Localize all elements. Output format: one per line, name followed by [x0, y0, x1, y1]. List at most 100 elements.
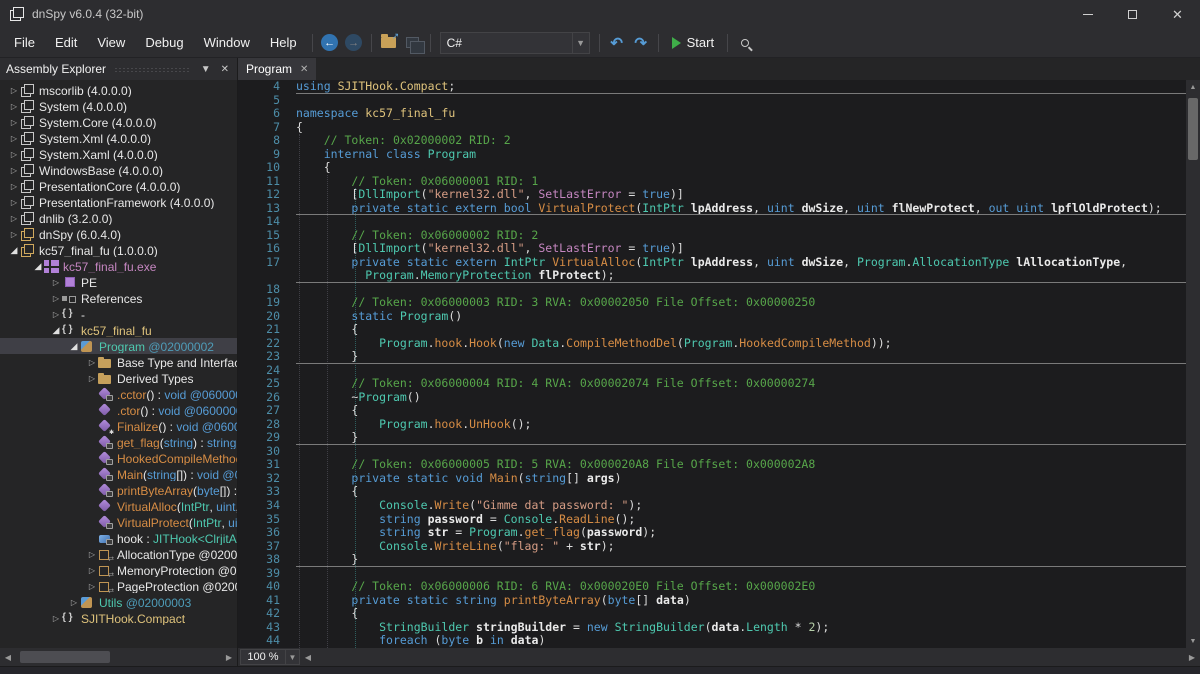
tree-item[interactable]: ▷WindowsBase (4.0.0.0)	[0, 162, 237, 178]
expander-icon[interactable]: ▷	[86, 358, 98, 367]
open-file-button[interactable]	[377, 31, 401, 55]
expander-icon[interactable]: ▷	[50, 294, 62, 303]
navigate-forward-button[interactable]: →	[342, 31, 366, 55]
tree-item[interactable]: ▷dnlib (3.2.0.0)	[0, 210, 237, 226]
code-editor[interactable]: 4using SJITHook.Compact;56namespace kc57…	[238, 80, 1186, 648]
tree-item[interactable]: ▷PageProtection @020000	[0, 578, 237, 594]
tree-item[interactable]: .ctor() : void @06000009	[0, 402, 237, 418]
scroll-left-icon[interactable]: ◀	[0, 648, 16, 666]
maximize-button[interactable]	[1110, 0, 1155, 28]
editor-vscrollbar[interactable]: ▲ ▼	[1186, 80, 1200, 648]
expander-icon[interactable]: ▷	[8, 118, 20, 127]
search-assemblies-button[interactable]	[733, 31, 757, 55]
redo-button[interactable]: ↷	[629, 31, 653, 55]
expander-icon[interactable]: ▷	[50, 614, 62, 623]
tree-item[interactable]: ◢Program @02000002	[0, 338, 237, 354]
tree-item[interactable]: ▷Utils @02000003	[0, 594, 237, 610]
tree-item[interactable]: ◢ kc57_final_fu (1.0.0.0)	[0, 242, 237, 258]
expander-icon[interactable]: ▷	[68, 598, 80, 607]
panel-close-icon[interactable]: ✕	[219, 64, 231, 75]
tree-item[interactable]: hook : JITHook<ClrjitAdd	[0, 530, 237, 546]
tree-item[interactable]: ▷dnSpy (6.0.4.0)	[0, 226, 237, 242]
expander-icon[interactable]: ▷	[86, 582, 98, 591]
tree-item-label: kc57_final_fu (1.0.0.0)	[39, 243, 158, 258]
code-text: {	[296, 404, 1186, 418]
tree-item[interactable]: VirtualProtect(IntPtr, uint,	[0, 514, 237, 530]
close-button[interactable]: ✕	[1155, 0, 1200, 28]
tree-item[interactable]: ▷References	[0, 290, 237, 306]
scroll-right-icon[interactable]: ▶	[221, 648, 237, 666]
tree-item[interactable]: .cctor() : void @06000003	[0, 386, 237, 402]
expander-icon[interactable]: ▷	[50, 278, 62, 287]
expander-icon[interactable]: ▷	[86, 374, 98, 383]
editor-hscrollbar[interactable]	[316, 648, 1184, 666]
expander-icon[interactable]: ◢	[32, 261, 44, 272]
scroll-up-icon[interactable]: ▲	[1186, 80, 1200, 94]
expander-icon[interactable]: ▷	[50, 310, 62, 319]
tree-item[interactable]: ▷AllocationType @0200000	[0, 546, 237, 562]
zoom-level-select[interactable]: 100 %	[240, 649, 286, 665]
expander-icon[interactable]: ▷	[8, 134, 20, 143]
expander-icon[interactable]: ▷	[8, 102, 20, 111]
expander-icon[interactable]: ▷	[8, 214, 20, 223]
tree-item[interactable]: ◢kc57_final_fu	[0, 322, 237, 338]
tree-item[interactable]: Finalize() : void @0600000	[0, 418, 237, 434]
tree-item[interactable]: ▷Derived Types	[0, 370, 237, 386]
minimize-button[interactable]	[1065, 0, 1110, 28]
tree-item[interactable]: ◢kc57_final_fu.exe	[0, 258, 237, 274]
menu-view[interactable]: View	[87, 28, 135, 57]
tree-item[interactable]: ▷System.Xml (4.0.0.0)	[0, 130, 237, 146]
expander-icon[interactable]: ▷	[8, 166, 20, 175]
tab-close-icon[interactable]: ✕	[300, 64, 308, 75]
tree-item[interactable]: ▷PresentationFramework (4.0.0.0)	[0, 194, 237, 210]
tree-item[interactable]: ▷-	[0, 306, 237, 322]
expander-icon[interactable]: ▷	[8, 230, 20, 239]
start-debugging-button[interactable]: Start	[664, 31, 722, 55]
scroll-down-icon[interactable]: ▼	[1186, 634, 1200, 648]
navigate-back-button[interactable]: ←	[318, 31, 342, 55]
scroll-left-icon[interactable]: ◀	[300, 648, 316, 666]
code-line: Program.MemoryProtection flProtect);	[238, 269, 1186, 283]
expander-icon[interactable]: ◢	[68, 341, 80, 352]
language-combobox[interactable]: C# ▼	[440, 32, 590, 54]
tree-item[interactable]: ▷System (4.0.0.0)	[0, 98, 237, 114]
menu-help[interactable]: Help	[260, 28, 307, 57]
expander-icon[interactable]: ▷	[86, 566, 98, 575]
menu-window[interactable]: Window	[194, 28, 260, 57]
search-icon	[741, 39, 749, 47]
tree-item[interactable]: Main(string[]) : void @06	[0, 466, 237, 482]
assembly-tree[interactable]: ▷mscorlib (4.0.0.0)▷System (4.0.0.0)▷Sys…	[0, 80, 237, 648]
expander-icon[interactable]: ▷	[86, 550, 98, 559]
scrollbar-thumb[interactable]	[1188, 98, 1198, 160]
expander-icon[interactable]: ◢	[8, 245, 20, 256]
explorer-hscrollbar[interactable]: ◀ ▶	[0, 648, 237, 666]
tree-item[interactable]: VirtualAlloc(IntPtr, uint, P	[0, 498, 237, 514]
save-all-button[interactable]	[401, 31, 425, 55]
expander-icon[interactable]: ▷	[8, 198, 20, 207]
panel-menu-icon[interactable]: ▼	[199, 64, 213, 75]
tree-item[interactable]: ▷PresentationCore (4.0.0.0)	[0, 178, 237, 194]
menu-debug[interactable]: Debug	[135, 28, 193, 57]
undo-button[interactable]: ↶	[605, 31, 629, 55]
expander-icon[interactable]: ▷	[8, 150, 20, 159]
tree-item[interactable]: ▷System.Core (4.0.0.0)	[0, 114, 237, 130]
tree-item[interactable]: ▷mscorlib (4.0.0.0)	[0, 82, 237, 98]
expander-icon[interactable]: ▷	[8, 182, 20, 191]
menu-edit[interactable]: Edit	[45, 28, 87, 57]
tree-item[interactable]: ▷SJITHook.Compact	[0, 610, 237, 626]
tree-item[interactable]: HookedCompileMethod(	[0, 450, 237, 466]
tree-item[interactable]: ▷PE	[0, 274, 237, 290]
chevron-down-icon[interactable]: ▼	[286, 649, 300, 665]
tree-item[interactable]: printByteArray(byte[]) : st	[0, 482, 237, 498]
tab-program[interactable]: Program ✕	[238, 58, 316, 80]
tree-item[interactable]: get_flag(string) : string @	[0, 434, 237, 450]
tree-item[interactable]: ▷System.Xaml (4.0.0.0)	[0, 146, 237, 162]
scroll-right-icon[interactable]: ▶	[1184, 648, 1200, 666]
expander-icon[interactable]: ◢	[50, 325, 62, 336]
expander-icon[interactable]: ▷	[8, 86, 20, 95]
scrollbar-thumb[interactable]	[20, 651, 110, 663]
menu-file[interactable]: File	[4, 28, 45, 57]
tree-item[interactable]: ▷MemoryProtection @020	[0, 562, 237, 578]
line-number: 17	[238, 256, 296, 270]
tree-item[interactable]: ▷Base Type and Interfaces	[0, 354, 237, 370]
